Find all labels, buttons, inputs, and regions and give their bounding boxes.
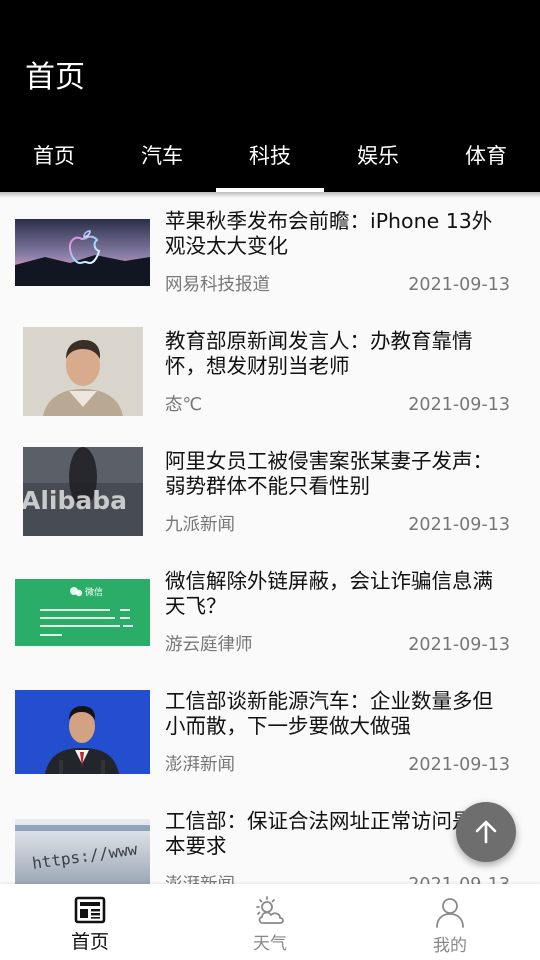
news-title: 微信解除外链屏蔽，会让诈骗信息满天飞？ <box>165 569 493 618</box>
alibaba-image: Alibaba <box>23 447 143 536</box>
wechat-logo-text: 微信 <box>85 586 103 598</box>
apple-event-image <box>15 219 150 286</box>
news-source: 态℃ <box>165 395 203 415</box>
news-source: 九派新闻 <box>165 515 235 535</box>
news-source: 澎湃新闻 <box>165 755 235 775</box>
nav-home[interactable]: 首页 <box>0 884 180 960</box>
nav-label-profile: 我的 <box>433 936 467 956</box>
scroll-to-top-button[interactable] <box>456 802 516 862</box>
tab-sports[interactable]: 体育 <box>432 132 540 192</box>
alibaba-logo-text: Alibaba <box>23 486 127 515</box>
news-icon <box>74 896 106 924</box>
tab-tech[interactable]: 科技 <box>216 132 324 192</box>
news-source: 网易科技报道 <box>165 275 270 295</box>
news-title: 工信部谈新能源汽车：企业数量多但小而散，下一步要做大做强 <box>165 689 493 738</box>
tab-entertainment[interactable]: 娱乐 <box>324 132 432 192</box>
news-item[interactable]: 工信部谈新能源汽车：企业数量多但小而散，下一步要做大做强 澎湃新闻 2021-0… <box>0 672 540 792</box>
app-header: 首页 首页 汽车 科技 娱乐 体育 <box>0 0 540 192</box>
news-title: 苹果秋季发布会前瞻：iPhone 13外观没太大变化 <box>165 209 493 258</box>
news-date: 2021-09-13 <box>408 515 510 535</box>
news-item[interactable]: 微信 微信解除外链屏蔽，会让诈骗信息满天飞？ 游云庭律师 2021-09-13 <box>0 552 540 672</box>
tab-home[interactable]: 首页 <box>0 132 108 192</box>
nav-profile[interactable]: 我的 <box>360 884 540 960</box>
weather-icon <box>256 896 284 924</box>
tabs-shadow <box>0 192 540 198</box>
news-date: 2021-09-13 <box>408 755 510 775</box>
https-address-image: https://www <box>15 819 150 884</box>
news-title: 教育部原新闻发言人：办教育靠情怀，想发财别当老师 <box>165 329 473 378</box>
news-item[interactable]: 苹果秋季发布会前瞻：iPhone 13外观没太大变化 网易科技报道 2021-0… <box>0 192 540 312</box>
arrow-up-icon <box>475 820 497 844</box>
nav-label-weather: 天气 <box>253 934 287 954</box>
news-date: 2021-09-13 <box>408 395 510 415</box>
portrait-image <box>23 327 143 416</box>
news-title: 阿里女员工被侵害案张某妻子发声：弱势群体不能只看性别 <box>165 449 493 498</box>
news-date: 2021-09-13 <box>408 874 510 884</box>
news-source: 游云庭律师 <box>165 635 253 655</box>
page-title: 首页 <box>25 60 85 95</box>
nav-label-home: 首页 <box>70 931 109 953</box>
news-item[interactable]: 教育部原新闻发言人：办教育靠情怀，想发财别当老师 态℃ 2021-09-13 <box>0 312 540 432</box>
category-tabs: 首页 汽车 科技 娱乐 体育 <box>0 132 540 192</box>
person-icon <box>436 898 464 928</box>
bottom-navigation: 首页 天气 我的 <box>0 884 540 960</box>
news-item[interactable]: Alibaba 阿里女员工被侵害案张某妻子发声：弱势群体不能只看性别 九派新闻 … <box>0 432 540 552</box>
press-conference-image <box>15 690 150 774</box>
nav-weather[interactable]: 天气 <box>180 884 360 960</box>
tab-auto[interactable]: 汽车 <box>108 132 216 192</box>
news-source: 澎湃新闻 <box>165 874 235 884</box>
news-date: 2021-09-13 <box>408 635 510 655</box>
news-date: 2021-09-13 <box>408 275 510 295</box>
wechat-image: 微信 <box>15 579 150 646</box>
news-list[interactable]: 苹果秋季发布会前瞻：iPhone 13外观没太大变化 网易科技报道 2021-0… <box>0 192 540 884</box>
